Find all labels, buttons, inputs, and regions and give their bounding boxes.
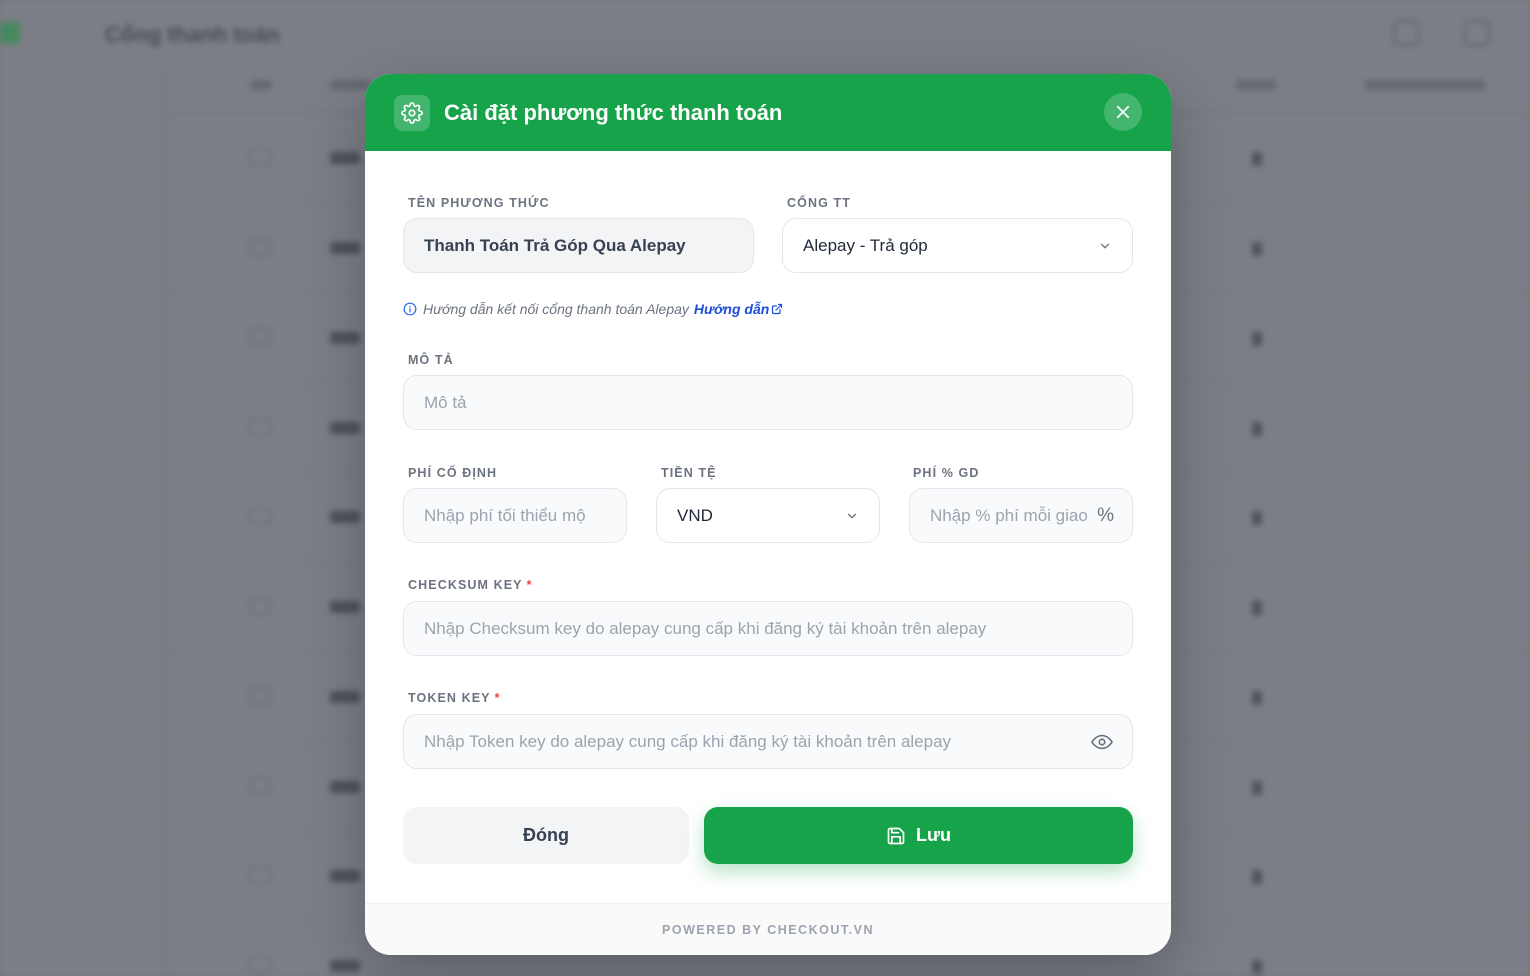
gateway-label: CỔNG TT xyxy=(787,196,851,210)
notification-icon xyxy=(1464,20,1490,46)
background-row-icon xyxy=(249,238,271,256)
description-label: MÔ TẢ xyxy=(408,353,454,367)
background-row-text xyxy=(330,781,360,793)
background-row-icon xyxy=(249,956,271,974)
percent-fee-label: PHÍ % GD xyxy=(913,466,980,480)
background-row-count xyxy=(1252,691,1262,705)
background-row-count xyxy=(1252,422,1262,436)
gateway-select-value: Alepay - Trả góp xyxy=(803,235,928,255)
token-key-placeholder: Nhập Token key do alepay cung cấp khi đă… xyxy=(424,731,952,751)
background-row-count xyxy=(1252,242,1262,256)
close-icon[interactable] xyxy=(1104,93,1142,131)
currency-label: TIỀN TỆ xyxy=(661,466,717,480)
save-button[interactable]: Lưu xyxy=(704,807,1133,864)
required-mark: * xyxy=(494,691,501,705)
save-icon xyxy=(887,827,905,844)
background-row-count xyxy=(1252,601,1262,615)
modal-header: Cài đặt phương thức thanh toán xyxy=(365,74,1171,151)
background-row-icon xyxy=(249,328,271,346)
background-row-icon xyxy=(249,597,271,615)
percent-suffix: % xyxy=(1097,504,1114,526)
background-row-text xyxy=(330,691,360,703)
background-row-icon xyxy=(249,866,271,884)
description-input[interactable]: Mô tả xyxy=(403,375,1133,430)
background-page-title: Cổng thanh toán xyxy=(105,22,280,47)
background-row-text xyxy=(330,332,360,344)
external-link-icon[interactable] xyxy=(771,303,783,315)
info-icon xyxy=(403,302,417,316)
background-row-text xyxy=(330,511,360,523)
background-row-text xyxy=(330,242,360,254)
background-row-text xyxy=(330,152,360,164)
background-row-count xyxy=(1252,960,1262,974)
gear-icon xyxy=(394,94,430,131)
token-key-input[interactable]: Nhập Token key do alepay cung cấp khi đă… xyxy=(403,714,1133,769)
save-button-label: Lưu xyxy=(915,825,952,845)
chevron-down-icon xyxy=(847,513,857,518)
fixed-fee-label: PHÍ CỐ ĐỊNH xyxy=(408,466,498,480)
gateway-select[interactable]: Alepay - Trả góp xyxy=(782,218,1133,273)
background-row-text xyxy=(330,601,360,613)
fixed-fee-input[interactable]: Nhập phí tối thiểu mộ xyxy=(403,488,627,543)
background-row-text xyxy=(330,870,360,882)
method-name-label: TÊN PHƯƠNG THỨC xyxy=(408,196,550,210)
currency-select-value: VND xyxy=(677,505,713,525)
background-row-icon xyxy=(249,418,271,436)
hint-text: Hướng dẫn kết nối cổng thanh toán Alepay xyxy=(423,301,689,317)
background-row-count xyxy=(1252,332,1262,346)
close-button[interactable]: Đóng xyxy=(403,807,689,864)
chevron-down-icon xyxy=(1100,243,1110,248)
guide-link[interactable]: Hướng dẫn xyxy=(694,301,769,317)
token-key-label: TOKEN KEY * xyxy=(408,691,501,705)
percent-fee-placeholder: Nhập % phí mỗi giao xyxy=(930,505,1088,525)
background-row-count xyxy=(1252,781,1262,795)
checksum-key-label: CHECKSUM KEY * xyxy=(408,578,533,592)
gateway-hint: Hướng dẫn kết nối cổng thanh toán Alepay… xyxy=(403,301,783,317)
checksum-key-input[interactable]: Nhập Checksum key do alepay cung cấp khi… xyxy=(403,601,1133,656)
method-name-input[interactable]: Thanh Toán Trả Góp Qua Alepay xyxy=(403,218,754,273)
modal-title: Cài đặt phương thức thanh toán xyxy=(444,99,783,125)
payment-method-settings-modal: Cài đặt phương thức thanh toán TÊN PHƯƠN… xyxy=(365,74,1171,955)
currency-select[interactable]: VND xyxy=(656,488,880,543)
background-row-text xyxy=(330,960,360,972)
background-row-count xyxy=(1252,511,1262,525)
background-row-icon xyxy=(249,777,271,795)
background-row-text xyxy=(330,422,360,434)
app-logo xyxy=(0,22,20,44)
powered-by-footer: POWERED BY CHECKOUT.VN xyxy=(365,903,1171,955)
background-row-icon xyxy=(249,507,271,525)
eye-icon[interactable] xyxy=(1091,731,1113,753)
background-row-icon xyxy=(249,687,271,705)
help-icon xyxy=(1393,20,1419,46)
background-row-count xyxy=(1252,870,1262,884)
background-row-count xyxy=(1252,152,1262,166)
background-row-icon xyxy=(249,148,271,166)
required-mark: * xyxy=(526,578,533,592)
percent-fee-input[interactable]: Nhập % phí mỗi giao % xyxy=(909,488,1133,543)
